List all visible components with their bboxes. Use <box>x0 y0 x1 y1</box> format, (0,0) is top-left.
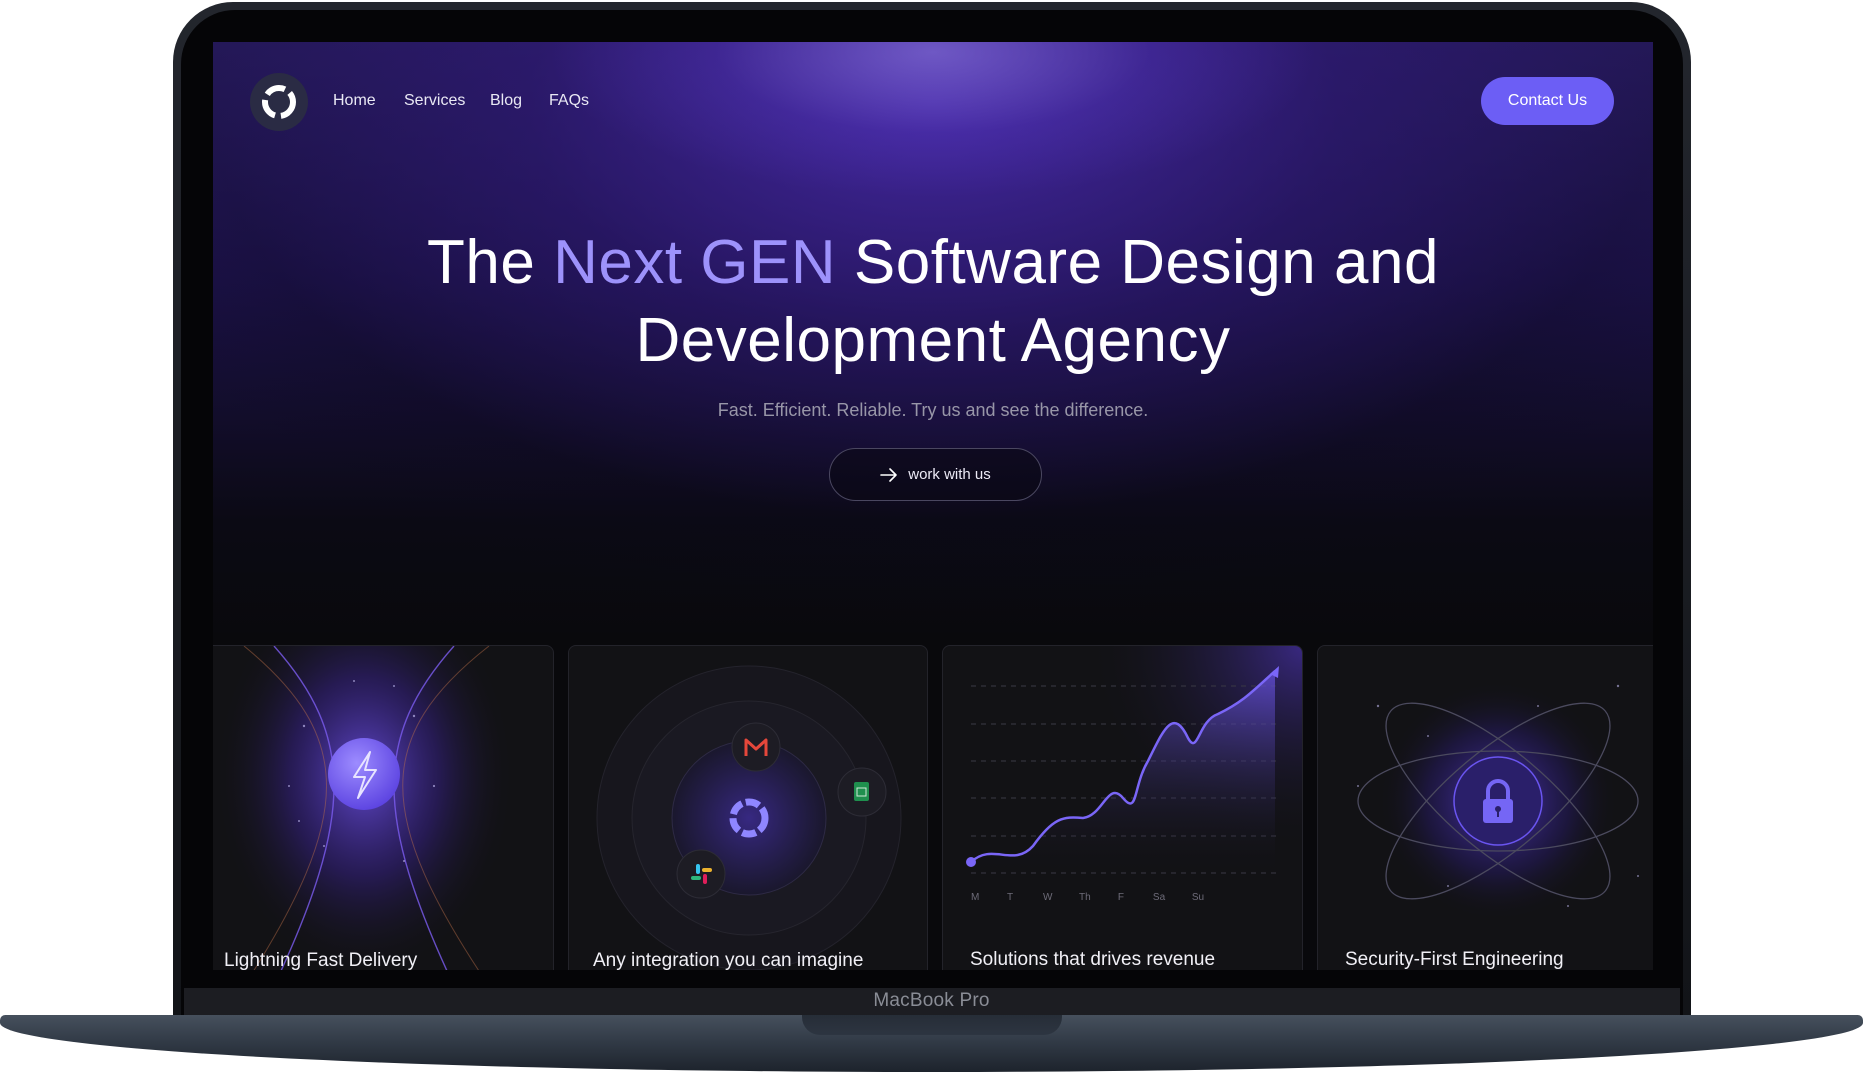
day-label: Su <box>1191 892 1205 903</box>
card-lightning: Lightning Fast Delivery <box>213 645 554 970</box>
contact-button[interactable]: Contact Us <box>1481 77 1614 125</box>
cta-label: work with us <box>908 466 991 483</box>
hero-title-line2: Development Agency <box>635 306 1231 375</box>
website-screen: Home Services Blog FAQs Contact Us The N… <box>213 42 1653 970</box>
hero-title-rest: Software Design and <box>836 228 1439 297</box>
card-security: Security-First Engineering <box>1317 645 1653 970</box>
nav-blog[interactable]: Blog <box>490 92 522 110</box>
hero-subtitle: Fast. Efficient. Reliable. Try us and se… <box>717 400 1149 420</box>
card-revenue: M T W Th F Sa Su Solutions that drives r… <box>942 645 1303 970</box>
chart-day-axis: M T W Th F Sa Su <box>971 892 1221 903</box>
day-label: Sa <box>1152 892 1166 903</box>
logo-icon <box>262 85 296 119</box>
hero-title-accent: Next GEN <box>553 228 837 297</box>
day-label: W <box>1043 892 1053 903</box>
sheets-icon <box>837 767 887 817</box>
card-title: Any integration you can imagine <box>593 950 864 970</box>
nav-home[interactable]: Home <box>333 92 376 110</box>
day-label: T <box>1007 892 1014 903</box>
security-illustration <box>1357 681 1639 921</box>
day-label: M <box>971 892 980 903</box>
lightning-illustration <box>214 646 514 970</box>
laptop-notch <box>802 1015 1062 1035</box>
nav-faqs[interactable]: FAQs <box>549 92 589 110</box>
device-label: MacBook Pro <box>873 990 990 1011</box>
revenue-chart <box>943 646 1302 970</box>
card-title: Security-First Engineering <box>1345 949 1564 970</box>
card-integration: Any integration you can imagine <box>568 645 928 970</box>
gmail-icon <box>731 722 781 772</box>
arrow-right-icon <box>880 467 898 482</box>
hero-title-pre: The <box>427 228 554 297</box>
card-title: Solutions that drives revenue <box>970 949 1216 970</box>
logo[interactable] <box>250 73 308 131</box>
hero-title: The Next GEN Software Design and Develop… <box>213 224 1653 380</box>
slack-icon <box>676 849 726 899</box>
day-label: Th <box>1079 892 1091 903</box>
work-with-us-button[interactable]: work with us <box>829 448 1042 501</box>
nav-services[interactable]: Services <box>404 92 465 110</box>
day-label: F <box>1117 892 1125 903</box>
integration-illustration <box>596 665 902 970</box>
card-title: Lightning Fast Delivery <box>224 950 418 970</box>
